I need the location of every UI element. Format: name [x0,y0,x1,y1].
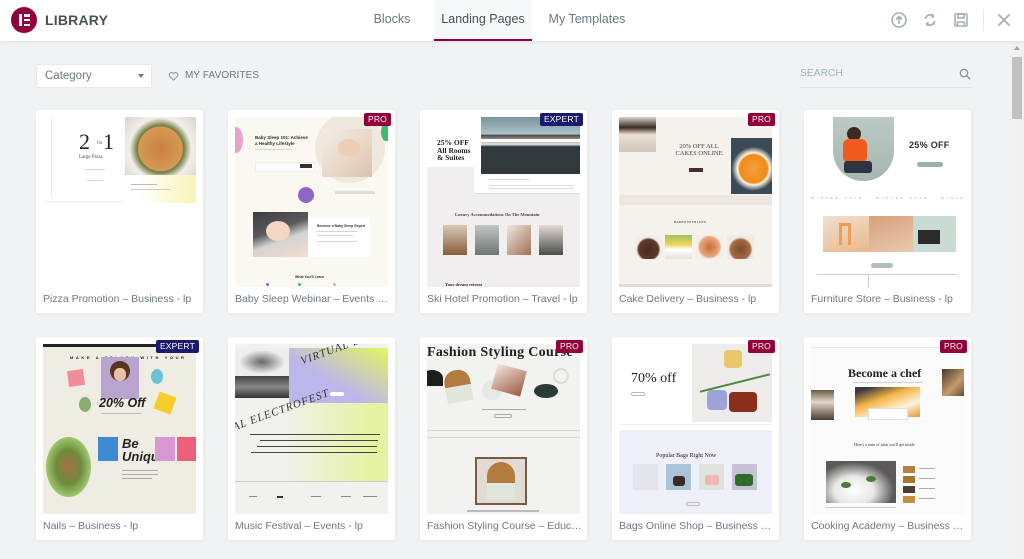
close-icon[interactable] [995,11,1013,29]
template-title: Ski Hotel Promotion – Travel - lp [427,293,578,305]
tab-blocks[interactable]: Blocks [350,0,434,41]
scrollbar[interactable] [1010,41,1024,559]
save-icon[interactable] [952,11,970,29]
template-card[interactable]: 20% OFF ALL CAKES ONLINE BAKED WITH LOVE… [612,110,779,313]
category-select-value: Category [45,70,92,82]
expert-badge: EXPERT [155,340,199,353]
upload-icon[interactable] [890,11,908,29]
sync-icon[interactable] [921,11,939,29]
search-icon[interactable] [959,68,971,80]
category-select[interactable]: Category [36,64,152,88]
template-title: Pizza Promotion – Business - lp [43,293,192,305]
scrollbar-thumb[interactable] [1012,57,1022,119]
template-card[interactable]: 2 for 1 Large Pizza Pizza Promotion – Bu… [36,110,203,313]
pro-badge: PRO [747,340,775,353]
caret-down-icon [138,74,144,78]
template-thumbnail: Become a chef Here's a taste of what you… [811,344,964,514]
template-title: Bags Online Shop – Business - lp [619,520,774,532]
scroll-up-arrow-icon[interactable] [1014,46,1020,50]
heart-icon [168,71,179,81]
search-input[interactable] [800,68,950,79]
template-title: Nails – Business - lp [43,520,139,532]
template-title: Furniture Store – Business - lp [811,293,953,305]
search-box [800,64,972,88]
template-card[interactable]: MAKE A SPLASH WITH YOUR 20% Off Be Uniqu… [36,337,203,540]
pro-badge: PRO [939,340,967,353]
template-card[interactable]: Fashion Styling Course PRO Fashion Styli… [420,337,587,540]
template-title: Music Festival – Events - lp [235,520,363,532]
pro-badge: PRO [747,113,775,126]
pro-badge: PRO [555,340,583,353]
library-tabs: Blocks Landing Pages My Templates [350,0,642,41]
elementor-logo-icon [11,7,37,33]
tab-my-templates[interactable]: My Templates [532,0,642,41]
header-divider [983,9,984,31]
template-thumbnail: MAKE A SPLASH WITH YOUR 20% Off Be Uniqu… [43,344,196,514]
template-card[interactable]: 25% OFF WINTER SALE · WINTER SALE · WINT… [804,110,971,313]
template-card[interactable]: Become a chef Here's a taste of what you… [804,337,971,540]
my-favorites-label: MY FAVORITES [185,70,260,81]
library-header: LIBRARY Blocks Landing Pages My Template… [0,0,1024,41]
template-thumbnail: 70% off Popular Bags Right Now [619,344,772,514]
template-thumbnail: Fashion Styling Course [427,344,580,514]
template-title: Cooking Academy – Business - lp [811,520,966,532]
template-card[interactable]: Baby Sleep 101: Achieve a Healthy Lifest… [228,110,395,313]
expert-badge: EXPERT [539,113,583,126]
my-favorites-filter[interactable]: MY FAVORITES [168,70,259,81]
tab-landing-pages[interactable]: Landing Pages [434,0,532,41]
template-thumbnail: 25% OFF All Rooms & Suites Luxury Accomm… [427,117,580,287]
template-thumbnail: 20% OFF ALL CAKES ONLINE BAKED WITH LOVE [619,117,772,287]
pro-badge: PRO [363,113,391,126]
template-title: Baby Sleep Webinar – Events - lp [235,293,390,305]
template-thumbnail: 2 for 1 Large Pizza [43,117,196,287]
template-title: Fashion Styling Course – Educati... [427,520,582,532]
template-card[interactable]: 25% OFF All Rooms & Suites Luxury Accomm… [420,110,587,313]
template-thumbnail: VIRTUAL ELECTROFEST AL ELECTROFEST [235,344,388,514]
template-thumbnail: Baby Sleep 101: Achieve a Healthy Lifest… [235,117,388,287]
template-card[interactable]: VIRTUAL ELECTROFEST AL ELECTROFEST Music… [228,337,395,540]
filter-toolbar: Category MY FAVORITES [0,41,1010,101]
app-title: LIBRARY [45,12,109,28]
template-card[interactable]: 70% off Popular Bags Right Now PRO Bags … [612,337,779,540]
template-thumbnail: 25% OFF WINTER SALE · WINTER SALE · WINT… [811,117,964,287]
template-title: Cake Delivery – Business - lp [619,293,757,305]
